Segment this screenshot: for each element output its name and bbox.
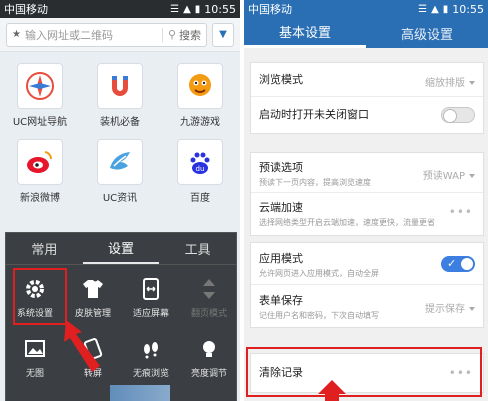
setting-value: 缩放排版 [425,74,475,89]
url-input[interactable]: 输入网址或二维码 [25,27,157,43]
setting-cloud-accel[interactable]: 云端加速 选择网络类型开启云端加速，速度更快，流量更省 ••• [251,193,483,235]
app-tile-uc-nav[interactable]: UC网址导航 [0,58,80,134]
menu-item-label: 无痕浏览 [132,369,169,379]
app-tile-essentials[interactable]: 装机必备 [80,58,160,134]
compass-icon [17,63,63,109]
search-box[interactable]: ★ 输入网址或二维码 ⚲ 搜索 [6,22,207,47]
toggle-switch-off[interactable] [441,107,475,123]
app-label: UC网址导航 [12,117,68,128]
chevron-down-icon[interactable]: ▼ [212,22,234,47]
magnet-icon [97,63,143,109]
shirt-icon [79,275,107,303]
baidu-icon: du [177,139,223,185]
setting-desc: 选择网络类型开启云端加速，速度更快，流量更省 [259,218,435,227]
news-icon [97,139,143,185]
menu-item-fit-screen[interactable]: 适应屏幕 [122,271,180,331]
status-bar: 中国移动 ☰ ▲ ▮ 10:55 [0,0,240,18]
highlight-box [13,268,67,325]
carrier-label: 中国移动 [248,3,292,16]
app-label: UC资讯 [102,193,138,204]
settings-screen: 中国移动 ☰ ▲ ▮ 10:55 基本设置 高级设置 浏览模式 缩放排版 启动时… [244,0,488,401]
settings-group-3: 应用模式 允许网页进入应用模式，自动全屏 ✓ 表单保存 记住用户名和密码，下次自… [250,242,484,328]
menu-item-label: 翻页模式 [190,309,227,319]
footprint-icon [137,335,165,363]
app-label: 新浪微博 [20,193,60,204]
menu-item-page-mode: 翻页模式 [180,271,238,331]
setting-open-unclosed[interactable]: 启动时打开未关闭窗口 [251,97,483,133]
status-bar: 中国移动 ☰ ▲ ▮ 10:55 [244,0,488,18]
wifi-icon: ☰ [170,3,180,15]
app-tile-baidu[interactable]: du 百度 [160,134,240,210]
menu-tabs: 常用 设置 工具 [6,233,236,265]
menu-item-label: 亮度调节 [190,369,227,379]
wifi-icon: ☰ [418,3,428,15]
battery-icon: ▮ [194,3,201,15]
red-arrow-annotation [64,320,100,372]
tab-tools[interactable]: 工具 [159,233,236,264]
signal-icon: ▲ [431,3,439,15]
battery-icon: ▮ [442,3,449,15]
menu-item-brightness[interactable]: 亮度调节 [180,331,238,391]
clock: 10:55 [204,2,236,16]
signal-icon: ▲ [183,3,191,15]
search-icon[interactable]: ⚲ [168,28,176,41]
search-bar: ★ 输入网址或二维码 ⚲ 搜索 ▼ [0,18,240,52]
app-label: 九游游戏 [180,117,220,128]
page-mode-icon [195,275,223,303]
search-button[interactable]: 搜索 [179,27,201,43]
tab-common[interactable]: 常用 [6,233,83,264]
settings-group-1: 浏览模式 缩放排版 启动时打开未关闭窗口 [250,62,484,134]
settings-group-2: 预读选项 预读下一页内容，提高浏览速度 预读WAP 云端加速 选择网络类型开启云… [250,152,484,236]
highlight-box [246,347,482,397]
setting-form-save[interactable]: 表单保存 记住用户名和密码，下次自动填写 提示保存 [251,285,483,327]
uc-home-screen: 中国移动 ☰ ▲ ▮ 10:55 ★ 输入网址或二维码 ⚲ 搜索 ▼ UC网址导… [0,0,240,401]
setting-value: 提示保存 [425,300,475,315]
no-image-icon [21,335,49,363]
setting-title: 云端加速 [259,201,303,214]
setting-preread[interactable]: 预读选项 预读下一页内容，提高浏览速度 预读WAP [251,153,483,193]
app-tile-uc-news[interactable]: UC资讯 [80,134,160,210]
clock: 10:55 [452,2,484,16]
more-icon[interactable]: ••• [449,205,473,219]
menu-item-private-browsing[interactable]: 无痕浏览 [122,331,180,391]
svg-text:du: du [196,165,205,173]
star-icon[interactable]: ★ [12,29,21,40]
menu-item-label: 无图 [25,369,44,379]
brightness-icon [195,335,223,363]
red-arrow-annotation [318,380,346,401]
tab-basic-settings[interactable]: 基本设置 [244,18,366,48]
app-label: 装机必备 [100,117,140,128]
carrier-label: 中国移动 [4,3,48,16]
app-tile-weibo[interactable]: 新浪微博 [0,134,80,210]
weibo-icon [17,139,63,185]
setting-value: 预读WAP [423,167,475,182]
app-grid: UC网址导航 装机必备 九游游戏 新浪微博 UC资讯 du 百度 [0,58,240,210]
menu-item-label: 适应屏幕 [132,309,169,319]
app-tile-games[interactable]: 九游游戏 [160,58,240,134]
app-label: 百度 [190,193,210,204]
tab-settings[interactable]: 设置 [82,233,160,264]
settings-tabs: 基本设置 高级设置 [244,18,488,48]
toggle-switch-on[interactable]: ✓ [441,256,475,272]
setting-browse-mode[interactable]: 浏览模式 缩放排版 [251,63,483,97]
menu-item-no-image[interactable]: 无图 [6,331,64,391]
setting-app-mode[interactable]: 应用模式 允许网页进入应用模式，自动全屏 ✓ [251,243,483,285]
fit-screen-icon [137,275,165,303]
tab-advanced-settings[interactable]: 高级设置 [366,18,488,48]
watermark-strip [110,385,170,401]
game-icon [177,63,223,109]
